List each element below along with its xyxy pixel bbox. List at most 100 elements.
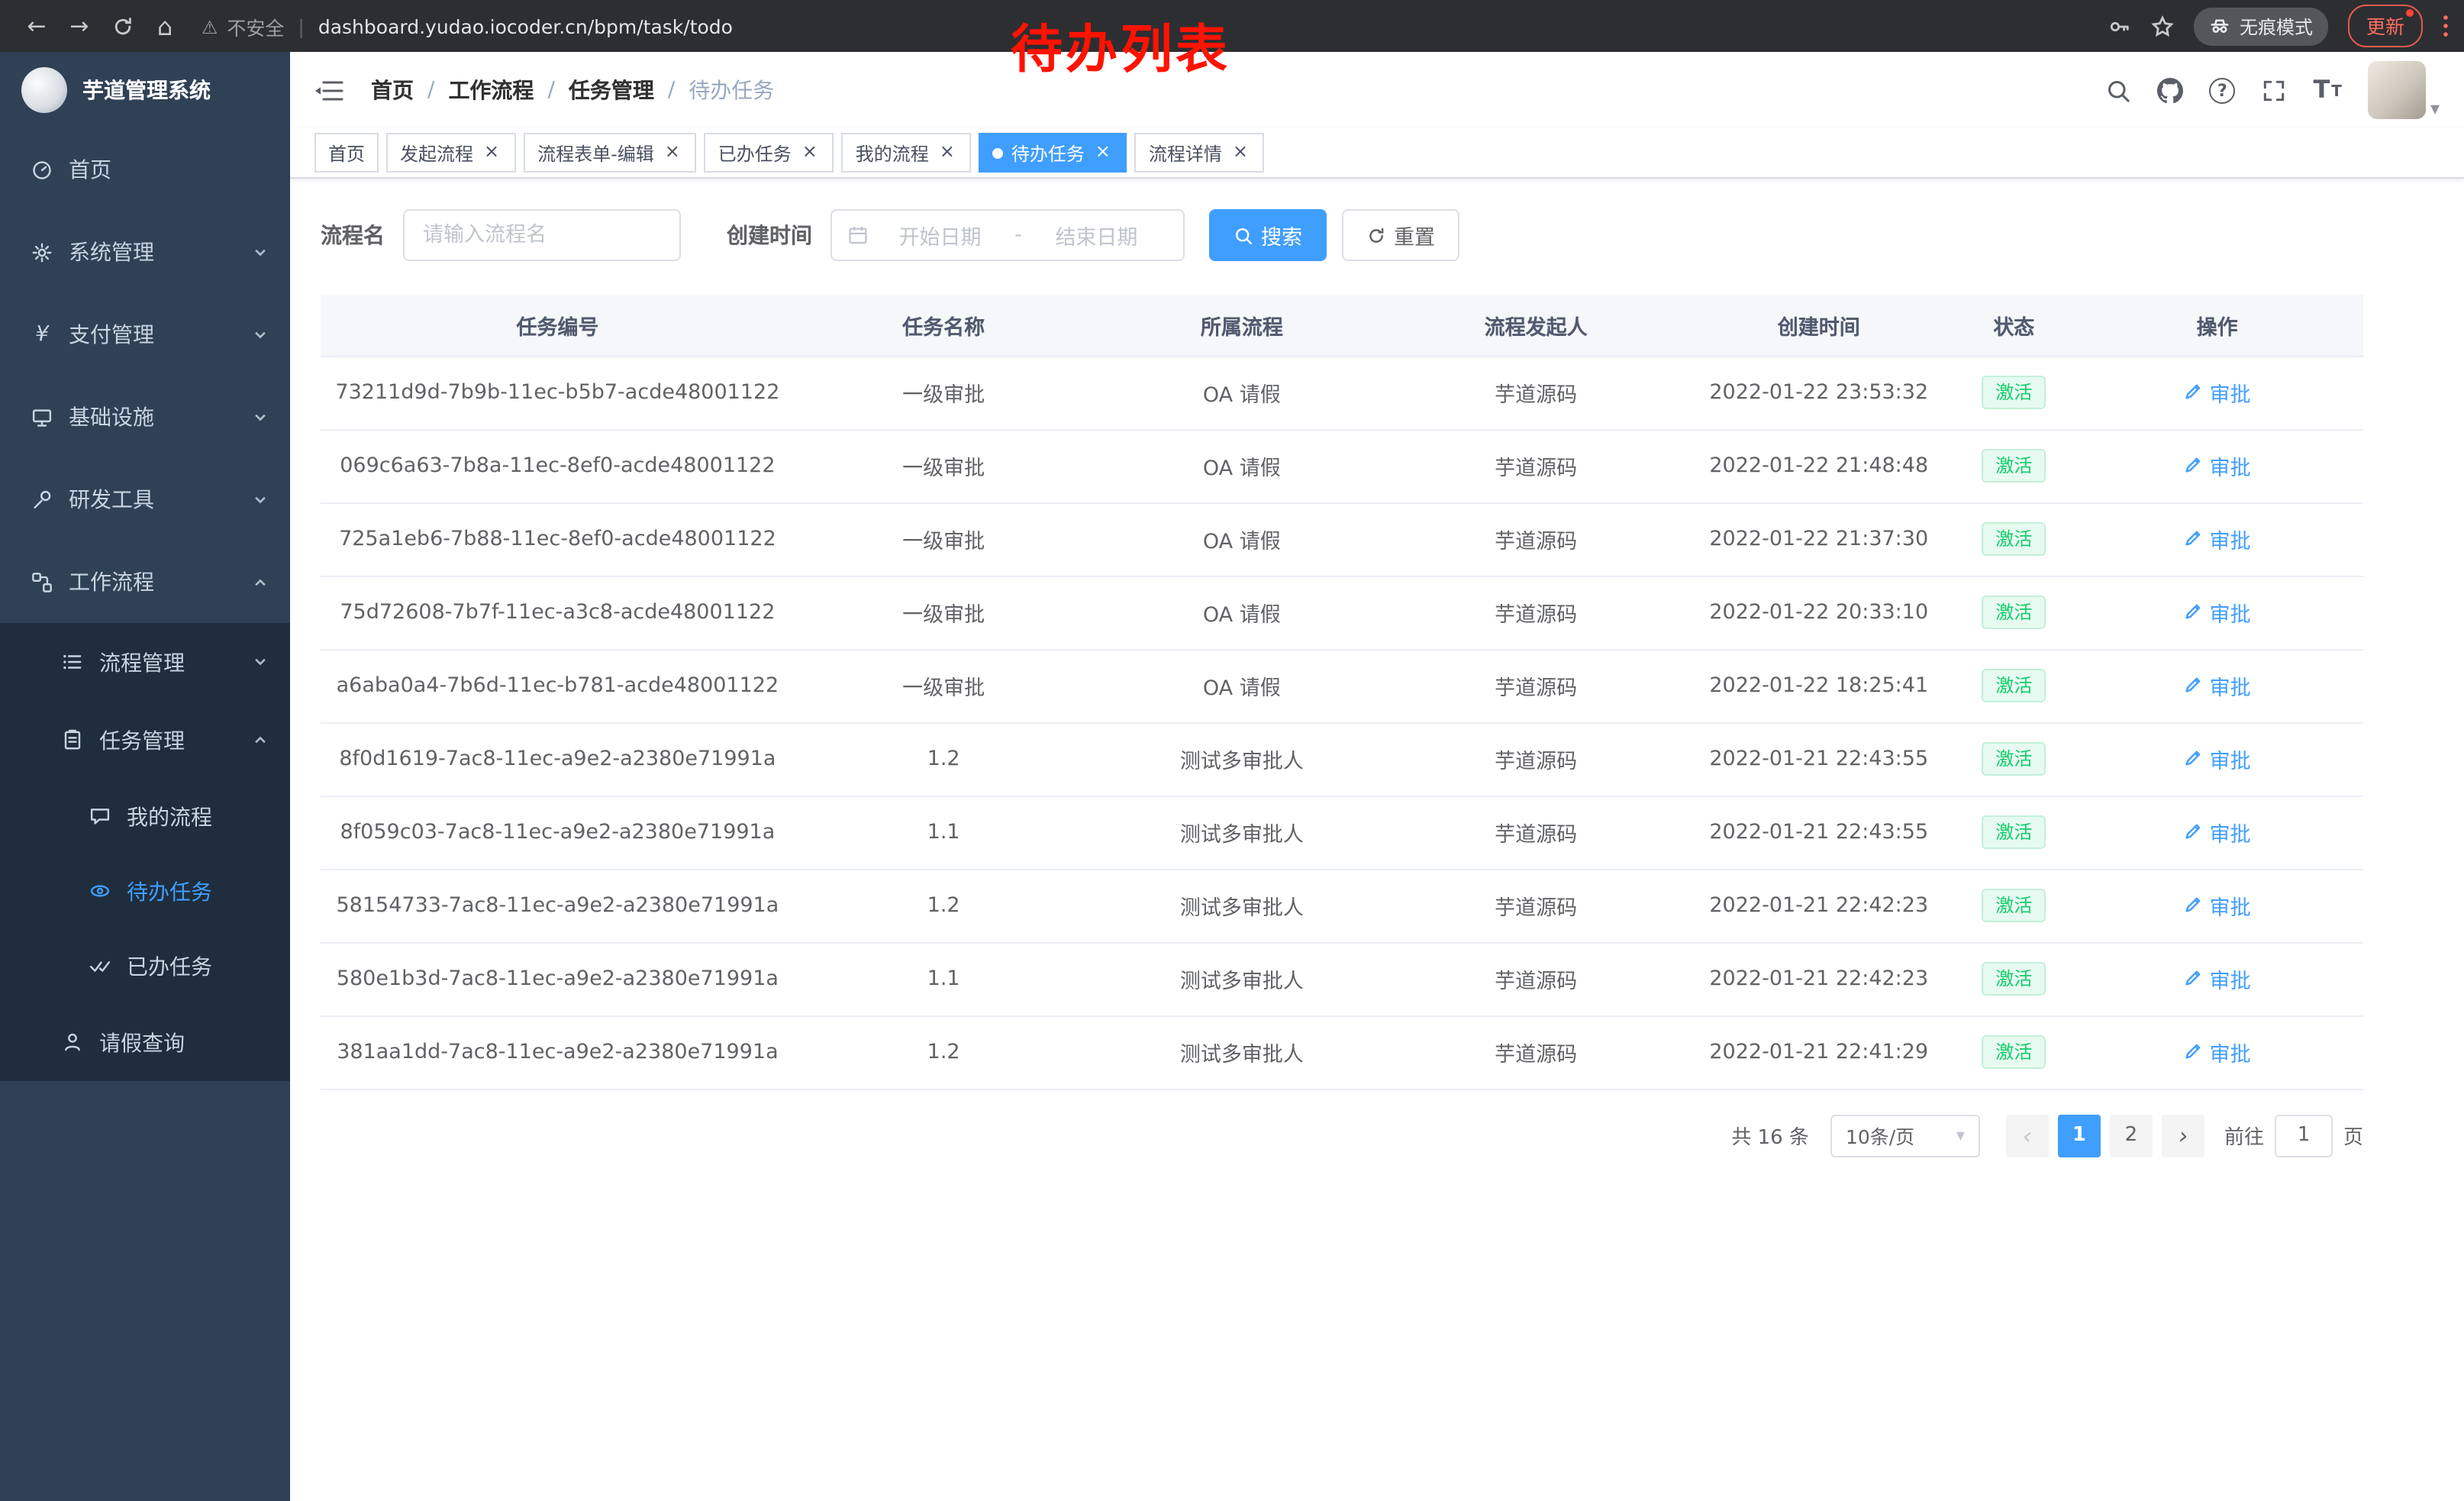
- approve-link[interactable]: 审批: [2184, 964, 2251, 994]
- font-size-icon[interactable]: [2313, 78, 2342, 102]
- app-logo[interactable]: 芋道管理系统: [0, 52, 290, 128]
- tab-close-icon[interactable]: [799, 142, 821, 163]
- table-row: 580e1b3d-7ac8-11ec-a9e2-a2380e71991a 1.1…: [321, 942, 2363, 1015]
- chevron-down-icon: [252, 244, 269, 260]
- tab-3[interactable]: 已办任务: [705, 133, 834, 173]
- sidebar-item-label: 首页: [69, 154, 111, 185]
- tab-close-icon[interactable]: [1092, 142, 1114, 163]
- approve-link[interactable]: 审批: [2184, 744, 2251, 774]
- jump-suffix: 页: [2343, 1121, 2363, 1150]
- tab-0[interactable]: 首页: [314, 133, 379, 173]
- tab-6[interactable]: 流程详情: [1135, 133, 1265, 173]
- range-separator: -: [1011, 223, 1025, 247]
- jump-input[interactable]: [2275, 1114, 2333, 1157]
- fullscreen-icon[interactable]: [2261, 77, 2287, 103]
- app: 芋道管理系统 首页 系统管理 支付管理: [0, 52, 2464, 1501]
- sidebar-item-workflow[interactable]: 工作流程: [0, 541, 290, 623]
- cell-task-id: 8f0d1619-7ac8-11ec-a9e2-a2380e71991a: [321, 722, 795, 796]
- cell-task-id: a6aba0a4-7b6d-11ec-b781-acde48001122: [321, 649, 795, 722]
- cell-task-id: 381aa1dd-7ac8-11ec-a9e2-a2380e71991a: [321, 1015, 795, 1089]
- date-range-picker[interactable]: 开始日期 - 结束日期: [830, 209, 1185, 261]
- sidebar-item-task-mgmt[interactable]: 任务管理: [0, 701, 290, 779]
- tab-4[interactable]: 我的流程: [842, 133, 972, 173]
- next-page-button[interactable]: [2162, 1114, 2204, 1157]
- screen: 不安全 dashboard.yudao.iocoder.cn/bpm/task/…: [0, 0, 2464, 1501]
- approve-link[interactable]: 审批: [2184, 817, 2251, 847]
- prev-page-button[interactable]: [2006, 1114, 2049, 1157]
- sidebar-toggle-icon[interactable]: [314, 77, 343, 103]
- sidebar-item-my-process[interactable]: 我的流程: [0, 779, 290, 854]
- cell-created: 2022-01-22 20:33:10: [1681, 576, 1956, 649]
- annotation-title: 待办列表: [1011, 8, 1230, 82]
- approve-link[interactable]: 审批: [2184, 670, 2251, 701]
- update-button[interactable]: 更新: [2348, 5, 2423, 47]
- sidebar-item-process-mgmt[interactable]: 流程管理: [0, 623, 290, 701]
- approve-link[interactable]: 审批: [2184, 450, 2251, 481]
- tab-2[interactable]: 流程表单-编辑: [524, 133, 697, 173]
- bookmark-star-icon[interactable]: [2151, 15, 2174, 37]
- reset-button-label: 重置: [1394, 220, 1435, 250]
- breadcrumb-item[interactable]: 任务管理: [569, 75, 654, 105]
- caret-down-icon: [2430, 98, 2440, 119]
- cell-status: 激活: [1956, 942, 2071, 1015]
- sidebar-item-todo-tasks[interactable]: 待办任务: [0, 854, 290, 928]
- browser-back-icon[interactable]: [15, 5, 58, 47]
- sidebar-item-done-tasks[interactable]: 已办任务: [0, 928, 290, 1003]
- breadcrumb-item[interactable]: 首页: [371, 75, 414, 105]
- tab-close-icon[interactable]: [937, 142, 958, 163]
- create-time-label: 创建时间: [727, 220, 812, 250]
- browser-refresh-icon[interactable]: [101, 5, 144, 47]
- github-icon[interactable]: [2157, 77, 2183, 103]
- sidebar-item-label: 研发工具: [69, 484, 154, 515]
- logo-avatar: [21, 67, 67, 113]
- reset-button[interactable]: 重置: [1342, 209, 1459, 261]
- help-icon[interactable]: [2209, 77, 2235, 103]
- breadcrumb-separator: /: [547, 78, 554, 102]
- key-icon[interactable]: [2108, 15, 2131, 37]
- page-button-2[interactable]: 2: [2110, 1114, 2153, 1157]
- tags-view: 首页发起流程流程表单-编辑已办任务我的流程待办任务流程详情: [290, 128, 2464, 179]
- tab-1[interactable]: 发起流程: [386, 133, 516, 173]
- cell-status: 激活: [1956, 429, 2071, 502]
- browser-menu-icon[interactable]: [2443, 14, 2449, 38]
- sidebar-item-leave-query[interactable]: 请假查询: [0, 1003, 290, 1081]
- table-row: 75d72608-7b7f-11ec-a3c8-acde48001122 一级审…: [321, 576, 2363, 649]
- cell-created: 2022-01-21 22:41:29: [1681, 1015, 1956, 1089]
- approve-link[interactable]: 审批: [2184, 890, 2251, 921]
- approve-link[interactable]: 审批: [2184, 377, 2251, 408]
- column-header: 创建时间: [1681, 295, 1956, 356]
- cell-starter: 芋道源码: [1391, 429, 1681, 502]
- tab-close-icon[interactable]: [662, 142, 683, 163]
- column-header: 状态: [1956, 295, 2071, 356]
- tab-close-icon[interactable]: [481, 142, 502, 163]
- browser-home-icon[interactable]: [144, 5, 186, 47]
- approve-link[interactable]: 审批: [2184, 524, 2251, 554]
- sidebar-item-devtools[interactable]: 研发工具: [0, 458, 290, 541]
- status-badge: 激活: [1982, 962, 2046, 996]
- cell-status: 激活: [1956, 722, 2071, 796]
- tab-close-icon[interactable]: [1230, 142, 1251, 163]
- process-name-input[interactable]: [403, 209, 681, 261]
- page-button-1[interactable]: 1: [2058, 1114, 2101, 1157]
- clipboard-icon: [61, 728, 84, 751]
- cell-starter: 芋道源码: [1391, 1015, 1681, 1089]
- search-button[interactable]: 搜索: [1209, 209, 1327, 261]
- browser-forward-icon[interactable]: [58, 5, 101, 47]
- sidebar-item-home[interactable]: 首页: [0, 128, 290, 211]
- approve-link[interactable]: 审批: [2184, 1037, 2251, 1067]
- sidebar-item-infra[interactable]: 基础设施: [0, 376, 290, 458]
- search-icon[interactable]: [2105, 77, 2131, 103]
- sidebar-item-system[interactable]: 系统管理: [0, 211, 290, 293]
- approve-link[interactable]: 审批: [2184, 597, 2251, 628]
- refresh-icon: [1366, 225, 1386, 245]
- cell-status: 激活: [1956, 356, 2071, 429]
- breadcrumb-item[interactable]: 工作流程: [448, 75, 534, 105]
- user-menu[interactable]: [2368, 61, 2440, 119]
- tab-5[interactable]: 待办任务: [979, 133, 1127, 173]
- cell-task-name: 一级审批: [795, 502, 1093, 576]
- search-button-label: 搜索: [1261, 220, 1302, 250]
- sidebar-item-label: 工作流程: [69, 567, 154, 597]
- cell-action: 审批: [2071, 796, 2363, 869]
- page-size-select[interactable]: 10条/页: [1830, 1114, 1980, 1157]
- sidebar-item-payment[interactable]: 支付管理: [0, 293, 290, 376]
